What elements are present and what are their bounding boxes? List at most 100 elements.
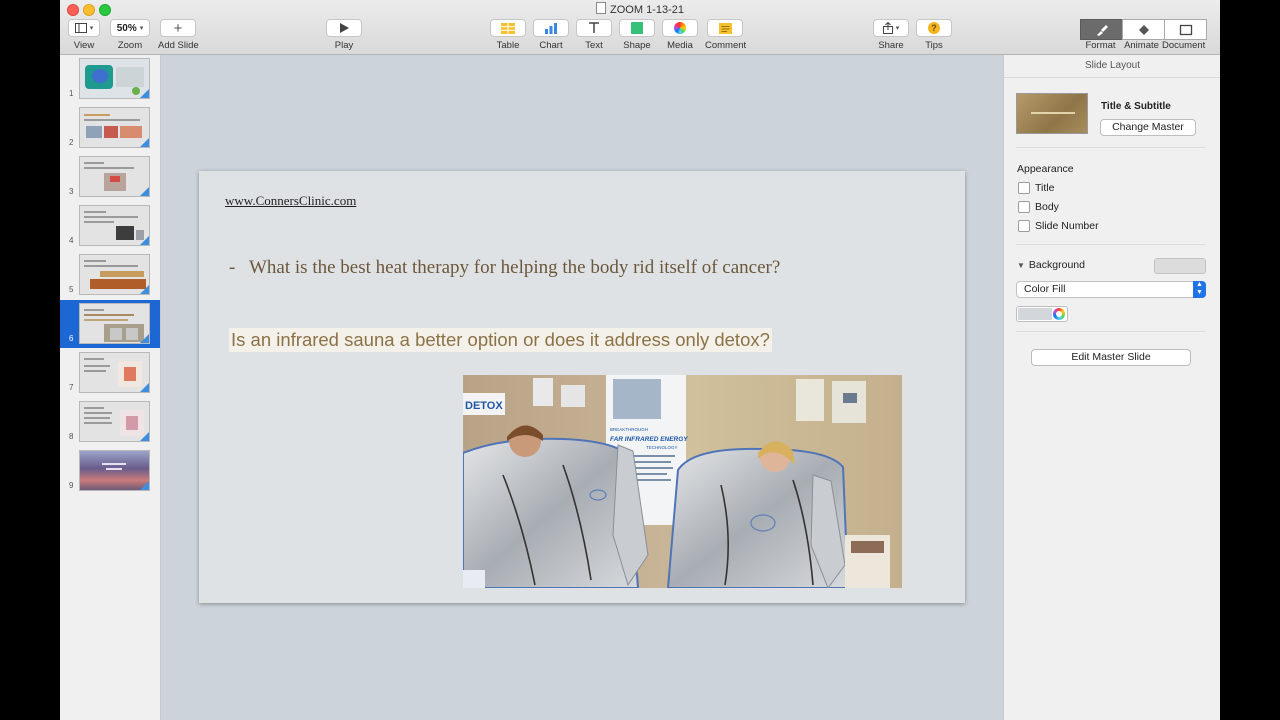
- shape-button[interactable]: Shape: [619, 19, 655, 51]
- photo-technology-text: TECHNOLOGY: [646, 445, 678, 450]
- table-button[interactable]: Table: [490, 19, 526, 51]
- document-tab[interactable]: [1164, 19, 1207, 40]
- photo-detox-text: DETOX: [465, 400, 503, 412]
- color-wheel-icon[interactable]: [1053, 308, 1065, 320]
- view-icon: ▾: [68, 19, 100, 37]
- share-icon: ▾: [873, 19, 909, 37]
- format-inspector: Slide Layout Title & Subtitle Change Mas…: [1003, 55, 1220, 720]
- title-checkbox-label: Title: [1035, 182, 1055, 194]
- slide-thumbnail[interactable]: 3: [60, 153, 160, 201]
- edit-master-slide-button[interactable]: Edit Master Slide: [1031, 349, 1191, 366]
- photo-breakthrough-text: BREAKTHROUGH: [610, 427, 648, 432]
- animate-tab[interactable]: [1122, 19, 1165, 40]
- slide-number-checkbox-row[interactable]: Slide Number: [1018, 220, 1099, 232]
- slide-thumbnail[interactable]: 5: [60, 251, 160, 299]
- zoom-select[interactable]: 50% ▾: [110, 19, 150, 37]
- slide-thumbnail-selected[interactable]: 6: [60, 300, 160, 348]
- slide-number: 5: [69, 285, 74, 294]
- share-label: Share: [878, 40, 904, 51]
- window-title: ZOOM 1-13-21: [60, 2, 1220, 16]
- text-button[interactable]: Text: [576, 19, 612, 51]
- zoom-label: Zoom: [117, 40, 143, 51]
- sauna-photo[interactable]: DETOX BREAKTHROUGH FAR INFRARED ENERGY T…: [463, 375, 902, 588]
- slide-website-link[interactable]: www.ConnersClinic.com: [225, 193, 356, 209]
- slide-canvas[interactable]: www.ConnersClinic.com - What is the best…: [161, 55, 1003, 720]
- tips-button[interactable]: ? Tips: [916, 19, 952, 51]
- keynote-window: ZOOM 1-13-21 ▾ View 50% ▾ Zoom + Add Slid…: [60, 0, 1220, 720]
- slide-thumbnail[interactable]: 4: [60, 202, 160, 250]
- shape-label: Shape: [623, 40, 651, 51]
- comment-label: Comment: [705, 40, 747, 51]
- slide-bullet[interactable]: - What is the best heat therapy for help…: [229, 255, 789, 281]
- fill-type-select[interactable]: Color Fill ▲ ▼: [1016, 281, 1206, 298]
- animate-label: Animate: [1124, 40, 1159, 51]
- media-button[interactable]: Media: [662, 19, 698, 51]
- inspector-segmented-control: [1080, 19, 1220, 40]
- animate-icon: [1138, 24, 1149, 35]
- chart-label: Chart: [539, 40, 563, 51]
- title-checkbox[interactable]: [1018, 182, 1030, 194]
- divider: [1016, 147, 1205, 148]
- slide-thumbnail[interactable]: 7: [60, 349, 160, 397]
- slide-thumbnail[interactable]: 8: [60, 398, 160, 446]
- slide-number: 8: [69, 432, 74, 441]
- play-button[interactable]: Play: [326, 19, 362, 51]
- background-section-toggle[interactable]: ▼ Background: [1017, 259, 1085, 271]
- text-icon: [576, 19, 612, 37]
- format-tab[interactable]: [1080, 19, 1123, 40]
- color-fill-swatch[interactable]: [1018, 308, 1052, 320]
- table-label: Table: [496, 40, 520, 51]
- view-button[interactable]: ▾ View: [68, 19, 100, 51]
- title-checkbox-row[interactable]: Title: [1018, 182, 1054, 194]
- select-arrows-icon: ▲ ▼: [1193, 281, 1206, 298]
- table-icon: [490, 19, 526, 37]
- window-title-text: ZOOM 1-13-21: [610, 4, 684, 16]
- chevron-down-icon: ▾: [139, 25, 144, 32]
- background-heading: Background: [1028, 259, 1085, 271]
- slide-highlight-text[interactable]: Is an infrared sauna a better option or …: [229, 328, 772, 352]
- background-swatch[interactable]: [1154, 258, 1206, 274]
- body-checkbox[interactable]: [1018, 201, 1030, 213]
- add-slide-label: Add Slide: [158, 40, 199, 51]
- slide-number: 1: [69, 89, 74, 98]
- zoom-value: 50%: [116, 22, 137, 34]
- bullet-dash: -: [229, 257, 236, 278]
- comment-button[interactable]: Comment: [705, 19, 747, 51]
- bullet-text: What is the best heat therapy for helpin…: [249, 257, 781, 278]
- media-icon: [662, 19, 698, 37]
- background-color-well[interactable]: [1016, 306, 1068, 322]
- slide-number: 9: [69, 481, 74, 490]
- plus-icon: +: [160, 19, 196, 37]
- slide-number-checkbox[interactable]: [1018, 220, 1030, 232]
- current-slide[interactable]: www.ConnersClinic.com - What is the best…: [199, 171, 965, 603]
- disclosure-triangle-icon: ▼: [1017, 261, 1025, 270]
- slide-number: 3: [69, 187, 74, 196]
- inspector-tab-labels: Format Animate Document: [1080, 40, 1220, 51]
- slide-thumbnail[interactable]: 2: [60, 104, 160, 152]
- add-slide-button[interactable]: + Add Slide: [158, 19, 199, 51]
- toolbar: ZOOM 1-13-21 ▾ View 50% ▾ Zoom + Add Slid…: [60, 0, 1220, 55]
- body-checkbox-row[interactable]: Body: [1018, 201, 1059, 213]
- shape-icon: [619, 19, 655, 37]
- zoom-control[interactable]: 50% ▾ Zoom: [110, 19, 150, 51]
- master-slide-thumbnail[interactable]: [1016, 93, 1088, 134]
- play-label: Play: [334, 40, 354, 51]
- slide-number: 2: [69, 138, 74, 147]
- slide-number: 4: [69, 236, 74, 245]
- slide-thumbnail[interactable]: 1: [60, 55, 160, 103]
- slide-thumbnail[interactable]: 9: [60, 447, 160, 495]
- photo-far-infrared-text: FAR INFRARED ENERGY: [610, 436, 688, 443]
- tips-label: Tips: [925, 40, 943, 51]
- appearance-heading: Appearance: [1017, 163, 1074, 175]
- slide-number-checkbox-label: Slide Number: [1035, 220, 1099, 232]
- body-checkbox-label: Body: [1035, 201, 1059, 213]
- change-master-button[interactable]: Change Master: [1100, 119, 1196, 136]
- chart-button[interactable]: Chart: [533, 19, 569, 51]
- slide-number: 6: [69, 334, 74, 343]
- slide-number: 7: [69, 383, 74, 392]
- divider: [1016, 244, 1205, 245]
- inspector-header: Slide Layout: [1004, 55, 1220, 78]
- fill-type-value: Color Fill: [1024, 283, 1066, 295]
- share-button[interactable]: ▾ Share: [873, 19, 909, 51]
- comment-icon: [707, 19, 743, 37]
